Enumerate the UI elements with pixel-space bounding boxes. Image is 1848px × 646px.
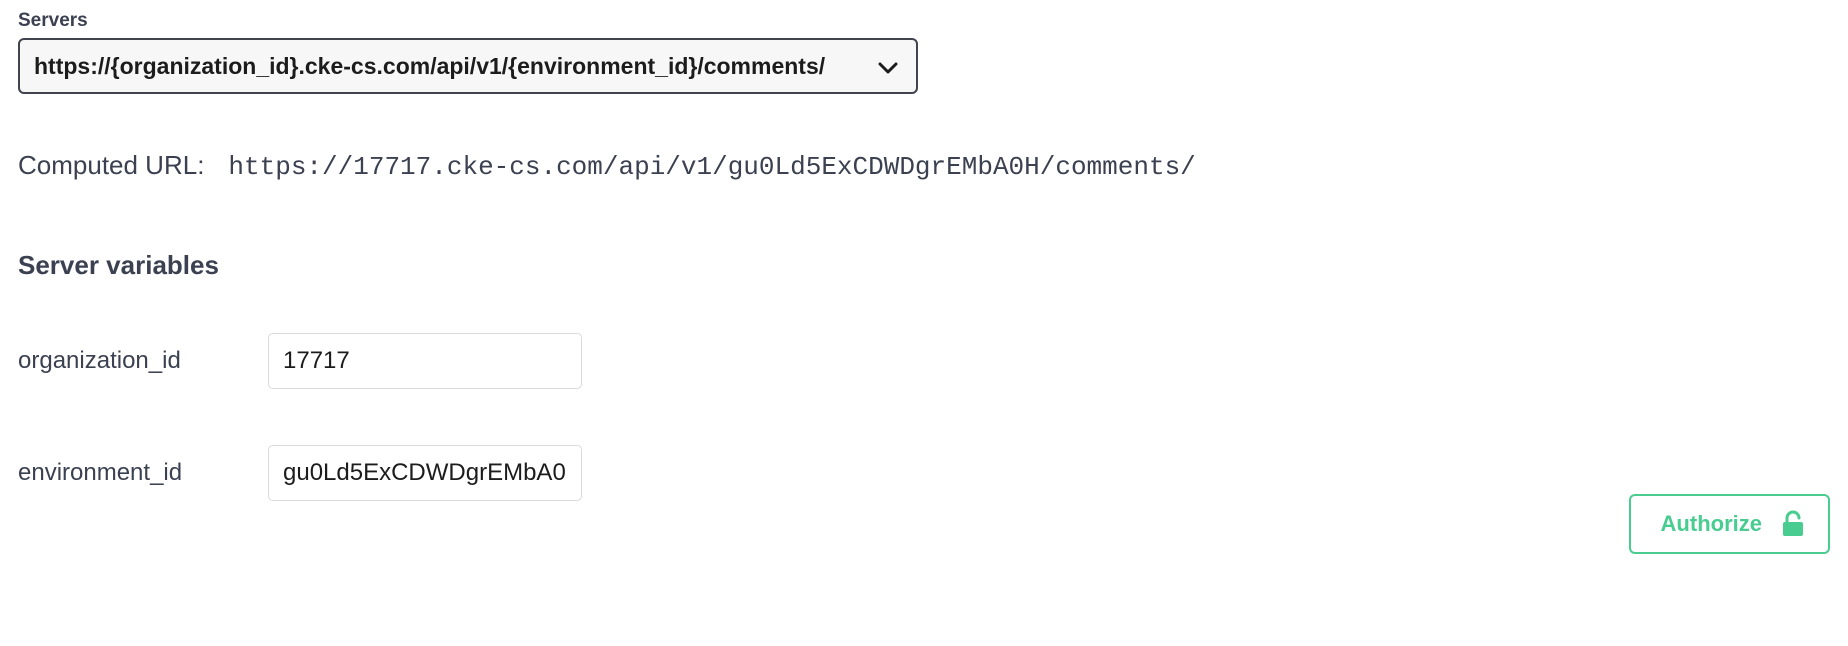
authorize-button-label: Authorize [1661,511,1762,537]
chevron-down-icon [864,53,898,80]
server-variable-name: environment_id [18,459,268,487]
server-variable-row: organization_id [18,333,1830,389]
server-variables-title: Server variables [18,250,1830,281]
environment-id-input[interactable] [268,445,582,501]
server-select[interactable]: https://{organization_id}.cke-cs.com/api… [18,38,918,94]
computed-url-label: Computed URL: [18,150,204,181]
authorize-button[interactable]: Authorize [1629,494,1830,554]
server-variable-name: organization_id [18,347,268,375]
unlock-icon [1780,510,1806,538]
computed-url-value: https://17717.cke-cs.com/api/v1/gu0Ld5Ex… [228,152,1195,182]
servers-label: Servers [18,10,1830,32]
organization-id-input[interactable] [268,333,582,389]
server-variable-row: environment_id [18,445,1830,501]
computed-url-row: Computed URL: https://17717.cke-cs.com/a… [18,150,1830,182]
server-select-value: https://{organization_id}.cke-cs.com/api… [34,53,825,80]
